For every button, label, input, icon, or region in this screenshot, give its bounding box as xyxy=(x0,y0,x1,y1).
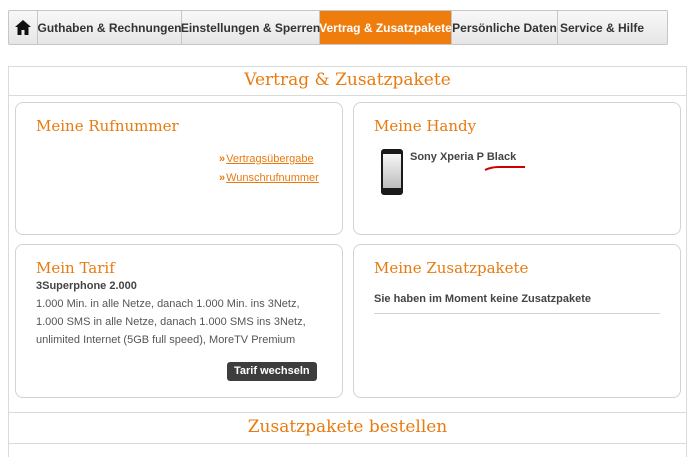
tarif-description: 1.000 Min. in alle Netze, danach 1.000 M… xyxy=(36,295,306,349)
handy-card: Meine Handy Sony Xperia P Black xyxy=(353,102,681,235)
double-chevron-icon: » xyxy=(219,153,226,165)
tarif-line-3: unlimited Internet (5GB full speed), Mor… xyxy=(36,334,296,346)
nav-home-button[interactable] xyxy=(9,11,38,44)
rufnummer-title: Meine Rufnummer xyxy=(36,117,179,135)
phone-image xyxy=(381,149,403,195)
nav-tab-service-hilfe[interactable]: Service & Hilfe xyxy=(558,11,646,44)
double-chevron-icon: » xyxy=(219,172,226,184)
tarif-name: 3Superphone 2.000 xyxy=(36,280,137,292)
vertragsuebergabe-label: Vertragsübergabe xyxy=(226,153,314,165)
order-divider-bottom xyxy=(9,443,686,444)
red-underline-annotation xyxy=(484,166,525,171)
wunschrufnummer-link[interactable]: »Wunschrufnummer xyxy=(219,172,319,184)
tarif-line-1: 1.000 Min. in alle Netze, danach 1.000 M… xyxy=(36,298,300,310)
main-nav: Guthaben & Rechnungen Einstellungen & Sp… xyxy=(8,10,668,45)
title-divider xyxy=(9,95,686,96)
vertragsuebergabe-link[interactable]: »Vertragsübergabe xyxy=(219,153,314,165)
handy-title: Meine Handy xyxy=(374,117,477,135)
tarif-line-2: 1.000 SMS in alle Netze, danach 1.000 SM… xyxy=(36,316,306,328)
nav-tab-persoenliche-daten[interactable]: Persönliche Daten xyxy=(452,11,558,44)
tarif-card: Mein Tarif 3Superphone 2.000 1.000 Min. … xyxy=(15,244,343,398)
device-name: Sony Xperia P Black xyxy=(410,151,517,163)
zusatzpakete-card: Meine Zusatzpakete Sie haben im Moment k… xyxy=(353,244,681,398)
rufnummer-card: Meine Rufnummer »Vertragsübergabe »Wunsc… xyxy=(15,102,343,235)
packages-divider xyxy=(374,313,660,314)
tarif-title: Mein Tarif xyxy=(36,259,115,277)
wunschrufnummer-label: Wunschrufnummer xyxy=(226,172,319,184)
nav-tab-vertrag-zusatzpakete[interactable]: Vertrag & Zusatzpakete xyxy=(319,11,452,44)
no-packages-message: Sie haben im Moment keine Zusatzpakete xyxy=(374,293,592,305)
nav-tab-guthaben-rechnungen[interactable]: Guthaben & Rechnungen xyxy=(38,11,182,44)
nav-tab-einstellungen-sperren[interactable]: Einstellungen & Sperren xyxy=(181,11,320,44)
home-icon xyxy=(15,20,31,35)
order-title: Zusatzpakete bestellen xyxy=(247,417,448,437)
order-divider-top xyxy=(9,412,686,413)
contract-panel: Vertrag & Zusatzpakete Meine Rufnummer »… xyxy=(8,66,687,457)
page-title: Vertrag & Zusatzpakete xyxy=(244,70,451,90)
tarif-wechseln-button[interactable]: Tarif wechseln xyxy=(227,362,317,381)
zusatzpakete-title: Meine Zusatzpakete xyxy=(374,259,529,277)
